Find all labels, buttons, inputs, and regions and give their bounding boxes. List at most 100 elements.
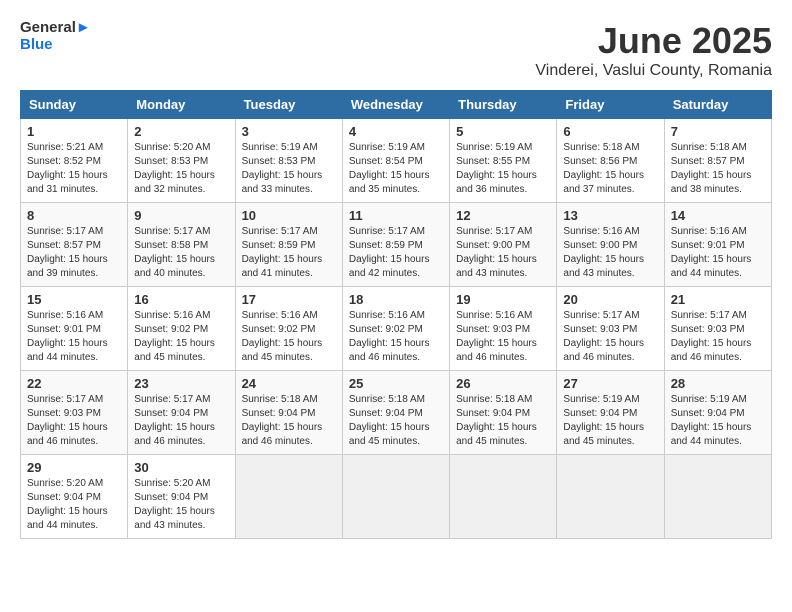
sunrise-text: Sunrise: 5:17 AM: [349, 225, 443, 239]
calendar-day-13: 13 Sunrise: 5:16 AM Sunset: 9:00 PM Dayl…: [557, 203, 664, 287]
day-number: 26: [456, 376, 550, 391]
sunrise-text: Sunrise: 5:18 AM: [563, 141, 657, 155]
daylight-text: Daylight: 15 hours and 45 minutes.: [242, 337, 336, 365]
calendar-week-row: 15 Sunrise: 5:16 AM Sunset: 9:01 PM Dayl…: [21, 287, 772, 371]
daylight-text: Daylight: 15 hours and 36 minutes.: [456, 169, 550, 197]
sunset-text: Sunset: 9:03 PM: [563, 323, 657, 337]
day-number: 7: [671, 124, 765, 139]
sunset-text: Sunset: 8:53 PM: [242, 155, 336, 169]
calendar-day-24: 24 Sunrise: 5:18 AM Sunset: 9:04 PM Dayl…: [235, 371, 342, 455]
day-info: Sunrise: 5:17 AM Sunset: 8:59 PM Dayligh…: [242, 225, 336, 281]
day-number: 2: [134, 124, 228, 139]
calendar-day-20: 20 Sunrise: 5:17 AM Sunset: 9:03 PM Dayl…: [557, 287, 664, 371]
calendar-day-15: 15 Sunrise: 5:16 AM Sunset: 9:01 PM Dayl…: [21, 287, 128, 371]
sunrise-text: Sunrise: 5:16 AM: [563, 225, 657, 239]
sunset-text: Sunset: 9:04 PM: [563, 407, 657, 421]
calendar-empty-cell: [235, 455, 342, 539]
daylight-text: Daylight: 15 hours and 43 minutes.: [456, 253, 550, 281]
month-title: June 2025: [535, 20, 772, 62]
calendar-day-8: 8 Sunrise: 5:17 AM Sunset: 8:57 PM Dayli…: [21, 203, 128, 287]
day-info: Sunrise: 5:17 AM Sunset: 8:57 PM Dayligh…: [27, 225, 121, 281]
sunrise-text: Sunrise: 5:17 AM: [27, 225, 121, 239]
day-number: 15: [27, 292, 121, 307]
day-info: Sunrise: 5:19 AM Sunset: 8:55 PM Dayligh…: [456, 141, 550, 197]
calendar-week-row: 22 Sunrise: 5:17 AM Sunset: 9:03 PM Dayl…: [21, 371, 772, 455]
calendar-day-19: 19 Sunrise: 5:16 AM Sunset: 9:03 PM Dayl…: [450, 287, 557, 371]
sunrise-text: Sunrise: 5:20 AM: [134, 477, 228, 491]
sunset-text: Sunset: 9:04 PM: [134, 407, 228, 421]
calendar-day-22: 22 Sunrise: 5:17 AM Sunset: 9:03 PM Dayl…: [21, 371, 128, 455]
sunset-text: Sunset: 8:53 PM: [134, 155, 228, 169]
sunrise-text: Sunrise: 5:18 AM: [671, 141, 765, 155]
calendar-table: Sunday Monday Tuesday Wednesday Thursday…: [20, 90, 772, 539]
sunset-text: Sunset: 9:04 PM: [349, 407, 443, 421]
calendar-day-7: 7 Sunrise: 5:18 AM Sunset: 8:57 PM Dayli…: [664, 119, 771, 203]
day-number: 30: [134, 460, 228, 475]
daylight-text: Daylight: 15 hours and 45 minutes.: [456, 421, 550, 449]
daylight-text: Daylight: 15 hours and 37 minutes.: [563, 169, 657, 197]
sunset-text: Sunset: 8:59 PM: [349, 239, 443, 253]
daylight-text: Daylight: 15 hours and 39 minutes.: [27, 253, 121, 281]
sunrise-text: Sunrise: 5:20 AM: [27, 477, 121, 491]
sunset-text: Sunset: 9:02 PM: [134, 323, 228, 337]
day-info: Sunrise: 5:19 AM Sunset: 9:04 PM Dayligh…: [671, 393, 765, 449]
day-info: Sunrise: 5:20 AM Sunset: 8:53 PM Dayligh…: [134, 141, 228, 197]
daylight-text: Daylight: 15 hours and 45 minutes.: [563, 421, 657, 449]
sunset-text: Sunset: 8:58 PM: [134, 239, 228, 253]
sunrise-text: Sunrise: 5:16 AM: [134, 309, 228, 323]
calendar-day-3: 3 Sunrise: 5:19 AM Sunset: 8:53 PM Dayli…: [235, 119, 342, 203]
sunset-text: Sunset: 9:03 PM: [456, 323, 550, 337]
day-info: Sunrise: 5:17 AM Sunset: 9:03 PM Dayligh…: [563, 309, 657, 365]
sunrise-text: Sunrise: 5:18 AM: [349, 393, 443, 407]
sunrise-text: Sunrise: 5:19 AM: [671, 393, 765, 407]
sunset-text: Sunset: 9:03 PM: [27, 407, 121, 421]
sunset-text: Sunset: 9:02 PM: [349, 323, 443, 337]
calendar-day-17: 17 Sunrise: 5:16 AM Sunset: 9:02 PM Dayl…: [235, 287, 342, 371]
daylight-text: Daylight: 15 hours and 46 minutes.: [242, 421, 336, 449]
daylight-text: Daylight: 15 hours and 43 minutes.: [563, 253, 657, 281]
day-info: Sunrise: 5:21 AM Sunset: 8:52 PM Dayligh…: [27, 141, 121, 197]
daylight-text: Daylight: 15 hours and 45 minutes.: [349, 421, 443, 449]
day-number: 12: [456, 208, 550, 223]
calendar-week-row: 1 Sunrise: 5:21 AM Sunset: 8:52 PM Dayli…: [21, 119, 772, 203]
sunset-text: Sunset: 9:03 PM: [671, 323, 765, 337]
calendar-day-9: 9 Sunrise: 5:17 AM Sunset: 8:58 PM Dayli…: [128, 203, 235, 287]
sunrise-text: Sunrise: 5:17 AM: [242, 225, 336, 239]
sunset-text: Sunset: 9:04 PM: [134, 491, 228, 505]
sunset-text: Sunset: 9:02 PM: [242, 323, 336, 337]
header-sunday: Sunday: [21, 91, 128, 119]
sunset-text: Sunset: 8:54 PM: [349, 155, 443, 169]
sunset-text: Sunset: 9:04 PM: [27, 491, 121, 505]
sunset-text: Sunset: 8:57 PM: [27, 239, 121, 253]
daylight-text: Daylight: 15 hours and 44 minutes.: [27, 505, 121, 533]
calendar-day-25: 25 Sunrise: 5:18 AM Sunset: 9:04 PM Dayl…: [342, 371, 449, 455]
header-friday: Friday: [557, 91, 664, 119]
daylight-text: Daylight: 15 hours and 40 minutes.: [134, 253, 228, 281]
day-number: 9: [134, 208, 228, 223]
day-info: Sunrise: 5:16 AM Sunset: 9:01 PM Dayligh…: [27, 309, 121, 365]
day-number: 6: [563, 124, 657, 139]
daylight-text: Daylight: 15 hours and 46 minutes.: [27, 421, 121, 449]
day-number: 8: [27, 208, 121, 223]
day-number: 18: [349, 292, 443, 307]
daylight-text: Daylight: 15 hours and 31 minutes.: [27, 169, 121, 197]
day-number: 21: [671, 292, 765, 307]
sunset-text: Sunset: 8:55 PM: [456, 155, 550, 169]
day-number: 16: [134, 292, 228, 307]
calendar-day-14: 14 Sunrise: 5:16 AM Sunset: 9:01 PM Dayl…: [664, 203, 771, 287]
day-number: 1: [27, 124, 121, 139]
daylight-text: Daylight: 15 hours and 33 minutes.: [242, 169, 336, 197]
daylight-text: Daylight: 15 hours and 44 minutes.: [27, 337, 121, 365]
logo: General► Blue: [20, 20, 91, 53]
day-number: 5: [456, 124, 550, 139]
day-number: 24: [242, 376, 336, 391]
day-info: Sunrise: 5:19 AM Sunset: 9:04 PM Dayligh…: [563, 393, 657, 449]
calendar-day-12: 12 Sunrise: 5:17 AM Sunset: 9:00 PM Dayl…: [450, 203, 557, 287]
sunrise-text: Sunrise: 5:16 AM: [671, 225, 765, 239]
sunset-text: Sunset: 9:01 PM: [671, 239, 765, 253]
day-number: 20: [563, 292, 657, 307]
calendar-day-27: 27 Sunrise: 5:19 AM Sunset: 9:04 PM Dayl…: [557, 371, 664, 455]
calendar-empty-cell: [664, 455, 771, 539]
daylight-text: Daylight: 15 hours and 44 minutes.: [671, 253, 765, 281]
calendar-day-23: 23 Sunrise: 5:17 AM Sunset: 9:04 PM Dayl…: [128, 371, 235, 455]
